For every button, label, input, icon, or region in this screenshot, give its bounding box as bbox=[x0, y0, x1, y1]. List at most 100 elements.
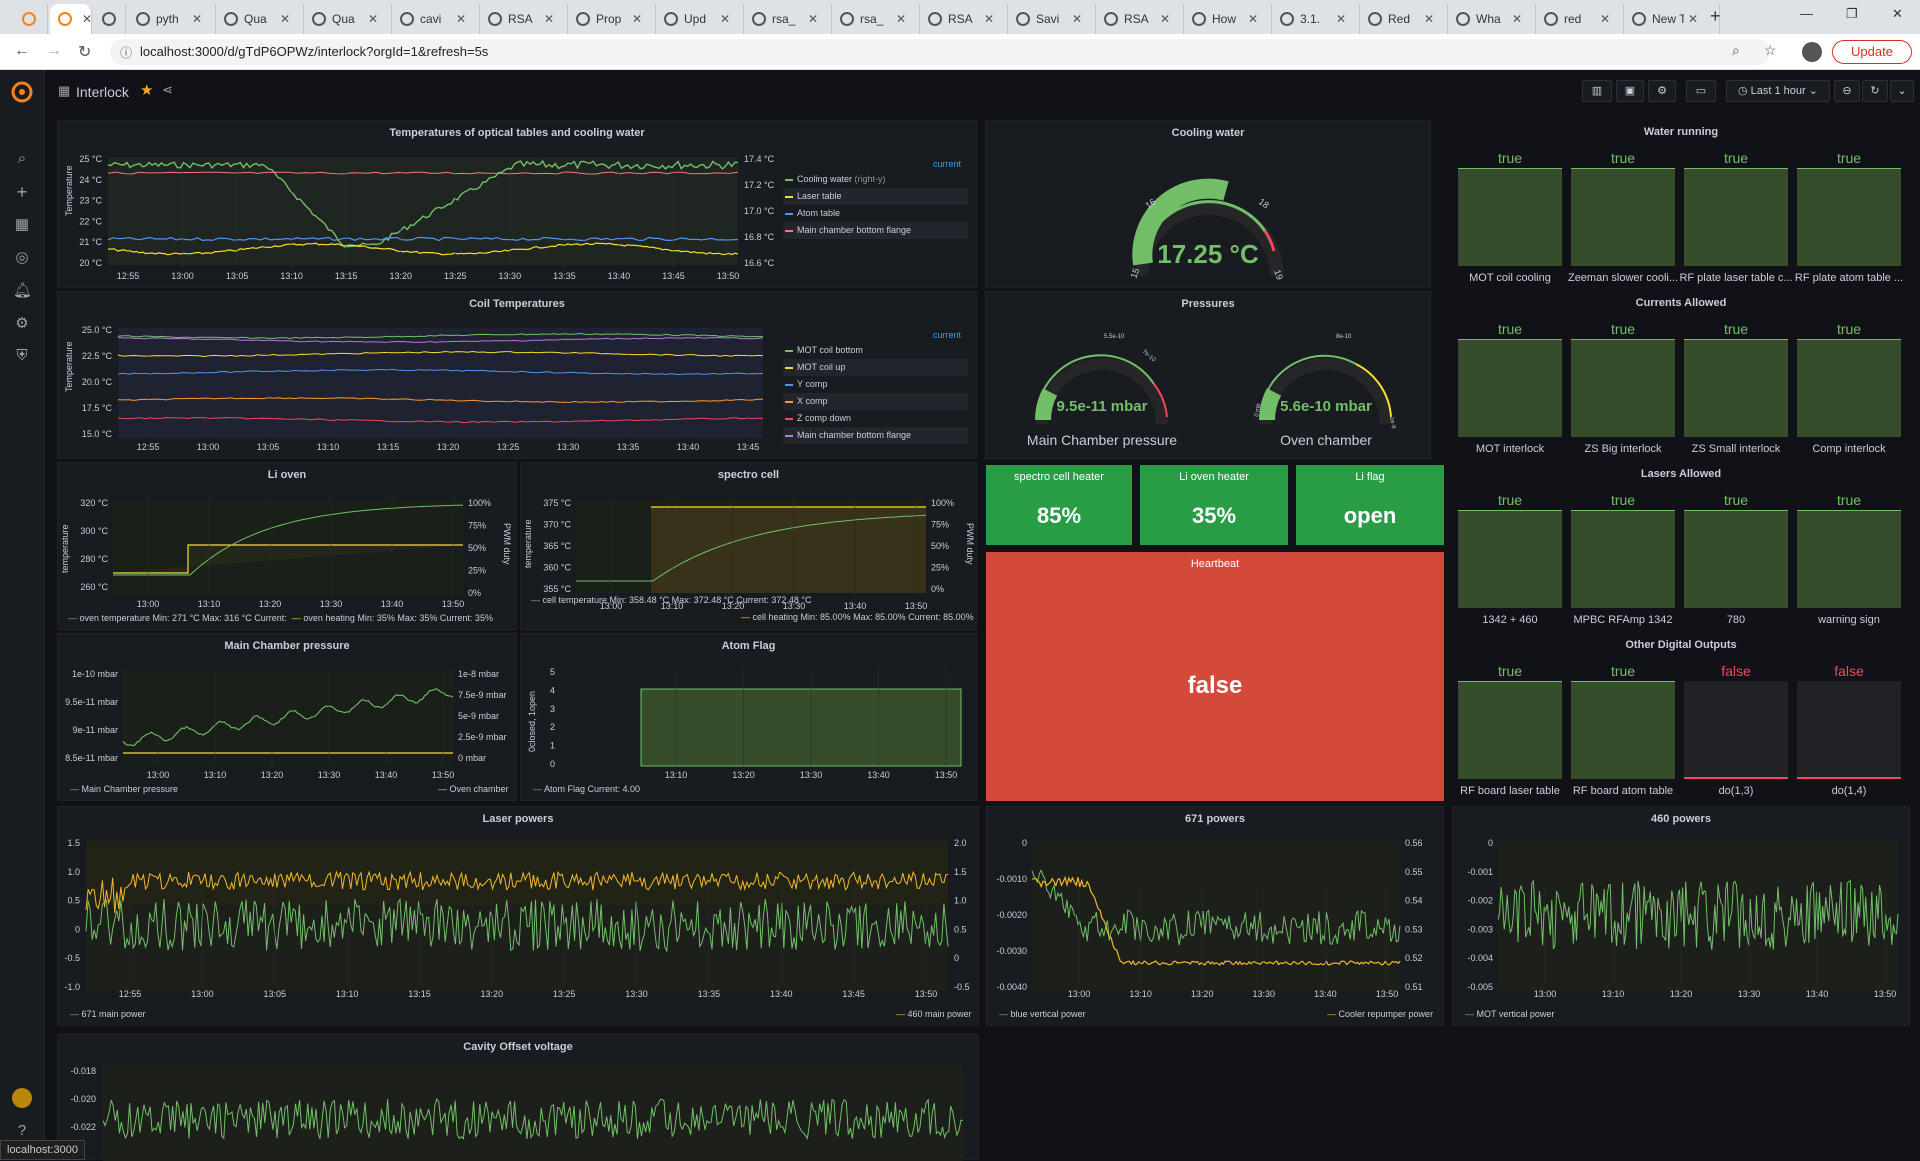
browser-tab[interactable]: Qua ✕ bbox=[304, 4, 392, 34]
close-tab-icon[interactable]: ✕ bbox=[1160, 12, 1170, 26]
close-tab-icon[interactable]: ✕ bbox=[1600, 12, 1610, 26]
legend-current-header[interactable]: current bbox=[933, 159, 961, 169]
alerting-icon[interactable]: 🔔︎ bbox=[13, 281, 32, 299]
browser-tab[interactable]: RSA ✕ bbox=[480, 4, 568, 34]
legend-item[interactable]: Z comp down bbox=[783, 410, 968, 427]
close-tab-icon[interactable]: ✕ bbox=[808, 12, 818, 26]
close-window-button[interactable]: ✕ bbox=[1892, 6, 1903, 22]
close-tab-icon[interactable]: ✕ bbox=[368, 12, 378, 26]
close-tab-icon[interactable]: ✕ bbox=[1424, 12, 1434, 26]
user-avatar-icon[interactable] bbox=[12, 1088, 32, 1108]
close-tab-icon[interactable]: ✕ bbox=[984, 12, 994, 26]
legend-item[interactable]: Atom table bbox=[783, 205, 968, 222]
browser-tab[interactable]: rsa_ ✕ bbox=[744, 4, 832, 34]
dashboards-icon[interactable]: ▦ bbox=[13, 215, 31, 233]
panel-spectro-cell-heater[interactable]: spectro cell heater 85% bbox=[986, 465, 1132, 545]
bookmark-star-icon[interactable]: ☆ bbox=[1764, 42, 1777, 59]
panel-water-running[interactable]: Water running true MOT coil cooling true Ze… bbox=[1452, 120, 1910, 288]
update-button[interactable]: Update bbox=[1832, 40, 1912, 64]
browser-tab[interactable]: Savi ✕ bbox=[1008, 4, 1096, 34]
browser-tab[interactable]: rsa_ ✕ bbox=[832, 4, 920, 34]
panel-other-digital-outputs[interactable]: Other Digital Outputs true RF board laser… bbox=[1452, 633, 1910, 801]
browser-tab[interactable]: pyth ✕ bbox=[128, 4, 216, 34]
zoom-out-icon[interactable]: ⊖ bbox=[1834, 80, 1860, 102]
browser-tab[interactable]: Red ✕ bbox=[1360, 4, 1448, 34]
panel-lasers-allowed[interactable]: Lasers Allowed true 1342 + 460 true MPBC RF… bbox=[1452, 462, 1910, 630]
panel-coil-temperatures[interactable]: Coil Temperatures 25.0 °C 22.5 °C 20.0 °C 1… bbox=[57, 291, 977, 459]
dashboards-grid-icon[interactable]: ▦ bbox=[58, 83, 70, 99]
panel-460-powers[interactable]: 460 powers 0 -0.001 -0.002 -0.003 -0.004 -0.0… bbox=[1452, 806, 1910, 1026]
close-tab-icon[interactable]: ✕ bbox=[1336, 12, 1346, 26]
close-tab-icon[interactable]: ✕ bbox=[82, 12, 92, 26]
star-icon[interactable]: ★ bbox=[140, 81, 153, 99]
panel-main-chamber-pressure[interactable]: Main Chamber pressure 1e-10 mbar 9.5e-11 … bbox=[57, 633, 517, 801]
browser-tab[interactable]: Qua ✕ bbox=[216, 4, 304, 34]
browser-tab[interactable]: red ✕ bbox=[1536, 4, 1624, 34]
reload-icon[interactable]: ↻ bbox=[78, 42, 91, 62]
browser-tab[interactable]: New Tab ✕ bbox=[1624, 4, 1720, 34]
close-tab-icon[interactable]: ✕ bbox=[720, 12, 730, 26]
browser-tab-active[interactable]: ✕ bbox=[50, 4, 92, 34]
browser-tab[interactable] bbox=[94, 4, 126, 34]
close-tab-icon[interactable]: ✕ bbox=[1688, 12, 1698, 26]
close-tab-icon[interactable]: ✕ bbox=[632, 12, 642, 26]
legend-item[interactable]: Laser table bbox=[783, 188, 968, 205]
grafana-logo-icon[interactable] bbox=[10, 80, 34, 104]
gear-icon[interactable]: ⚙ bbox=[13, 314, 31, 332]
new-tab-button[interactable]: + bbox=[1710, 6, 1721, 27]
panel-currents-allowed[interactable]: Currents Allowed true MOT interlock true ZS… bbox=[1452, 291, 1910, 459]
help-icon[interactable]: ? bbox=[13, 1122, 31, 1140]
tv-mode-icon[interactable]: ▭ bbox=[1686, 80, 1716, 102]
browser-tab[interactable]: Upd ✕ bbox=[656, 4, 744, 34]
legend-item[interactable]: Main chamber bottom flange bbox=[783, 427, 968, 444]
panel-li-oven-heater[interactable]: Li oven heater 35% bbox=[1140, 465, 1288, 545]
save-icon[interactable]: ▣ bbox=[1616, 80, 1644, 102]
panel-671-powers[interactable]: 671 powers 0 -0.0010 -0.0020 -0.0030 -0.0040… bbox=[986, 806, 1444, 1026]
browser-tab[interactable]: Prop ✕ bbox=[568, 4, 656, 34]
panel-laser-powers[interactable]: Laser powers 1.5 1.0 0.5 0 -0.5 -1.0 2.0 1.5 1.0… bbox=[57, 806, 979, 1026]
profile-avatar[interactable] bbox=[1802, 42, 1822, 62]
close-tab-icon[interactable]: ✕ bbox=[896, 12, 906, 26]
browser-tab[interactable]: RSA ✕ bbox=[920, 4, 1008, 34]
dashboard-title[interactable]: Interlock bbox=[76, 84, 129, 100]
legend-current-header[interactable]: current bbox=[933, 330, 961, 340]
legend-item[interactable]: Y comp bbox=[783, 376, 968, 393]
legend-item[interactable]: X comp bbox=[783, 393, 968, 410]
browser-tab[interactable]: How ✕ bbox=[1184, 4, 1272, 34]
panel-cavity-offset-voltage[interactable]: Cavity Offset voltage -0.018 -0.020 -0.022 bbox=[57, 1034, 979, 1161]
plus-icon[interactable]: + bbox=[13, 182, 31, 202]
browser-tab[interactable]: Wha ✕ bbox=[1448, 4, 1536, 34]
panel-temperatures[interactable]: Temperatures of optical tables and cooli… bbox=[57, 120, 977, 288]
panel-cooling-water[interactable]: Cooling water 15 16 18 19 17.25 °C bbox=[985, 120, 1431, 288]
shield-icon[interactable]: ⛨ bbox=[13, 347, 31, 365]
panel-li-oven[interactable]: Li oven 320 °C 300 °C 280 °C 260 °C 100% 75% 5… bbox=[57, 462, 517, 630]
time-range-picker[interactable]: ◷ Last 1 hour ⌄ bbox=[1726, 80, 1830, 102]
search-icon[interactable]: ⌕ bbox=[13, 150, 31, 168]
refresh-interval-dropdown[interactable]: ⌄ bbox=[1890, 80, 1914, 102]
share-icon[interactable]: ⋖ bbox=[162, 82, 173, 98]
close-tab-icon[interactable]: ✕ bbox=[544, 12, 554, 26]
close-tab-icon[interactable]: ✕ bbox=[1512, 12, 1522, 26]
restore-button[interactable]: ❐ bbox=[1846, 6, 1858, 22]
browser-tab[interactable]: 3.1. ✕ bbox=[1272, 4, 1360, 34]
panel-li-flag[interactable]: Li flag open bbox=[1296, 465, 1444, 545]
settings-icon[interactable]: ⚙ bbox=[1648, 80, 1676, 102]
close-tab-icon[interactable]: ✕ bbox=[1072, 12, 1082, 26]
legend-item[interactable]: MOT coil up bbox=[783, 359, 968, 376]
forward-icon[interactable]: → bbox=[46, 42, 62, 60]
legend-item[interactable]: Main chamber bottom flange bbox=[783, 222, 968, 239]
panel-pressures[interactable]: Pressures 5.5e-10 7e-10 8e-10 0 mb 1e-9 … bbox=[985, 291, 1431, 459]
legend-item[interactable]: Cooling water (right-y) bbox=[783, 171, 968, 188]
legend-item[interactable]: MOT coil bottom bbox=[783, 342, 968, 359]
panel-heartbeat[interactable]: Heartbeat false bbox=[986, 552, 1444, 801]
browser-tab[interactable]: cavi ✕ bbox=[392, 4, 480, 34]
close-tab-icon[interactable]: ✕ bbox=[456, 12, 466, 26]
panel-spectro-cell[interactable]: spectro cell 375 °C 370 °C 365 °C 360 °C 355… bbox=[520, 462, 977, 630]
url-input[interactable]: ⓘ localhost:3000/d/gTdP6OPWz/interlock?or… bbox=[110, 39, 1770, 65]
browser-tab[interactable]: RSA ✕ bbox=[1096, 4, 1184, 34]
close-tab-icon[interactable]: ✕ bbox=[192, 12, 202, 26]
panel-atom-flag[interactable]: Atom Flag 5 4 3 2 1 0 13:10 13:20 13:30 13:40 13:5… bbox=[520, 633, 977, 801]
info-icon[interactable]: ⓘ bbox=[120, 44, 132, 61]
explore-icon[interactable]: ◎ bbox=[13, 248, 31, 266]
zoom-icon[interactable]: ⌕ bbox=[1732, 42, 1740, 59]
